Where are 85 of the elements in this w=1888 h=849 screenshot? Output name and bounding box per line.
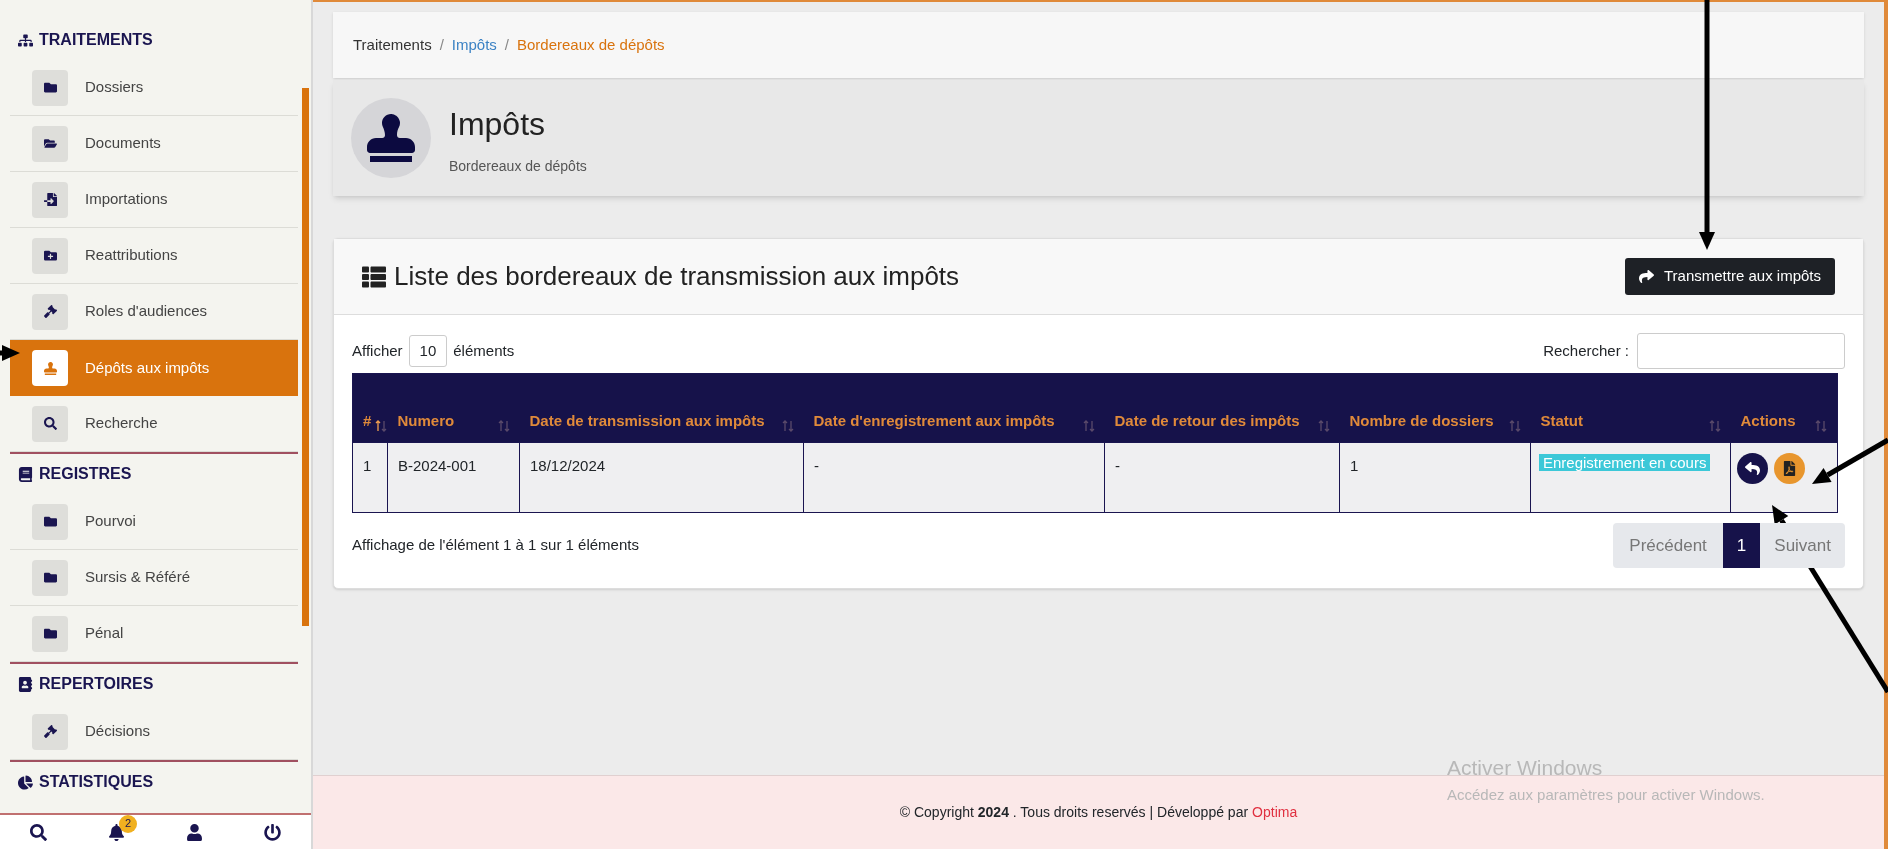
folder-icon <box>32 559 68 596</box>
card-title: Liste des bordereaux de transmission aux impôts <box>394 260 960 293</box>
sidebar-item[interactable]: Pourvoi <box>10 494 298 550</box>
power-icon[interactable] <box>263 823 281 841</box>
breadcrumb-item: Traitements <box>353 34 432 55</box>
sidebar-item[interactable]: Documents <box>10 116 298 172</box>
book-icon <box>18 466 33 482</box>
section-heading: REGISTRES <box>39 464 132 484</box>
contact-book-icon <box>18 676 33 692</box>
sort-icon <box>1708 420 1721 432</box>
table-cell: 1 <box>352 442 388 513</box>
next-button[interactable]: Suivant <box>1760 523 1845 568</box>
reply-icon <box>1745 461 1760 476</box>
folder-icon <box>32 125 68 162</box>
length-label: Afficher <box>352 340 403 361</box>
page-subtitle: Bordereaux de dépôts <box>449 156 587 176</box>
column-header[interactable]: Actions <box>1730 373 1838 443</box>
share-arrow-icon <box>1639 269 1654 284</box>
column-header[interactable]: Date de transmission aux impôts <box>519 373 804 443</box>
transmit-button[interactable]: Transmettre aux impôts <box>1625 258 1835 295</box>
sidebar-item[interactable]: Reattributions <box>10 228 298 284</box>
table-cell: 1 <box>1339 442 1531 513</box>
previous-button[interactable]: Précédent <box>1613 523 1723 568</box>
search-icon[interactable] <box>30 823 48 841</box>
breadcrumb-link[interactable]: Impôts <box>451 33 497 57</box>
sort-icon <box>781 420 794 432</box>
user-icon[interactable] <box>185 823 203 841</box>
sort-icon <box>1317 420 1330 432</box>
page-title: Impôts <box>449 104 547 144</box>
length-label: éléments <box>453 340 515 361</box>
folder-icon <box>32 615 68 652</box>
scrollbar[interactable] <box>302 88 309 626</box>
sort-icon <box>1815 420 1827 432</box>
sort-icon <box>1508 420 1521 432</box>
table-cell: 18/12/2024 <box>519 442 804 513</box>
file-import-icon <box>32 181 68 218</box>
section-heading: TRAITEMENTS <box>39 30 153 50</box>
table-cell: B-2024-001 <box>387 442 520 513</box>
sidebar-item[interactable]: Importations <box>10 172 298 228</box>
folder-plus-icon <box>32 237 68 274</box>
breadcrumb-item: Bordereaux de dépôts <box>517 34 665 55</box>
column-header[interactable]: Statut <box>1530 373 1731 443</box>
section-heading: STATISTIQUES <box>39 772 154 792</box>
table-cell: - <box>803 442 1105 513</box>
annotation-arrow <box>0 345 20 361</box>
page-length-select[interactable]: 10 <box>408 334 448 368</box>
pie-chart-icon <box>18 774 33 790</box>
search-field[interactable] <box>1637 333 1845 369</box>
sidebar-item[interactable]: Sursis & Référé <box>10 550 298 606</box>
sidebar-item[interactable]: Décisions <box>10 704 298 760</box>
column-header[interactable]: Nombre de dossiers <box>1339 373 1531 443</box>
column-header[interactable]: # <box>352 373 388 443</box>
sort-icon <box>375 420 388 432</box>
table-info: Affichage de l'élément 1 à 1 sur 1 éléments <box>352 535 639 556</box>
table-cell: - <box>1104 442 1340 513</box>
sidebar-item[interactable]: Recherche <box>10 396 298 452</box>
pdf-button[interactable] <box>1774 453 1805 484</box>
folder-icon <box>32 69 68 106</box>
sitemap-icon <box>18 32 33 48</box>
sort-icon <box>497 420 510 432</box>
search-icon <box>32 405 68 442</box>
developer-link[interactable]: Optima <box>1252 802 1298 823</box>
column-header[interactable]: Numero <box>387 373 520 443</box>
status-badge: Enregistrement en cours <box>1539 454 1711 471</box>
page-button[interactable]: 1 <box>1722 523 1761 568</box>
folder-icon <box>32 503 68 540</box>
gavel-icon <box>32 713 68 750</box>
copyright-text: © Copyright 2024 . Tous droits reservés | Développé par <box>899 803 1249 822</box>
notification-count: 2 <box>119 814 138 833</box>
column-header[interactable]: Date d'enregistrement aux impôts <box>803 373 1105 443</box>
breadcrumb-separator: / <box>439 34 444 55</box>
column-header[interactable]: Date de retour des impôts <box>1104 373 1340 443</box>
gavel-icon <box>32 293 68 330</box>
search-label: Rechercher : <box>1543 340 1629 361</box>
sidebar-item[interactable]: Pénal <box>10 606 298 662</box>
breadcrumb-separator: / <box>504 34 509 55</box>
section-heading: REPERTOIRES <box>39 674 154 694</box>
activation-notice-text: Accédez aux paramètres pour activer Windows. <box>1447 784 1765 805</box>
list-icon <box>362 264 386 289</box>
bell-icon[interactable] <box>108 823 126 841</box>
sidebar-item[interactable]: Dossiers <box>10 60 298 116</box>
sort-icon <box>1082 420 1095 432</box>
pdf-file-icon <box>1782 461 1797 476</box>
reply-button[interactable] <box>1737 453 1768 484</box>
stamp-icon <box>32 350 68 386</box>
